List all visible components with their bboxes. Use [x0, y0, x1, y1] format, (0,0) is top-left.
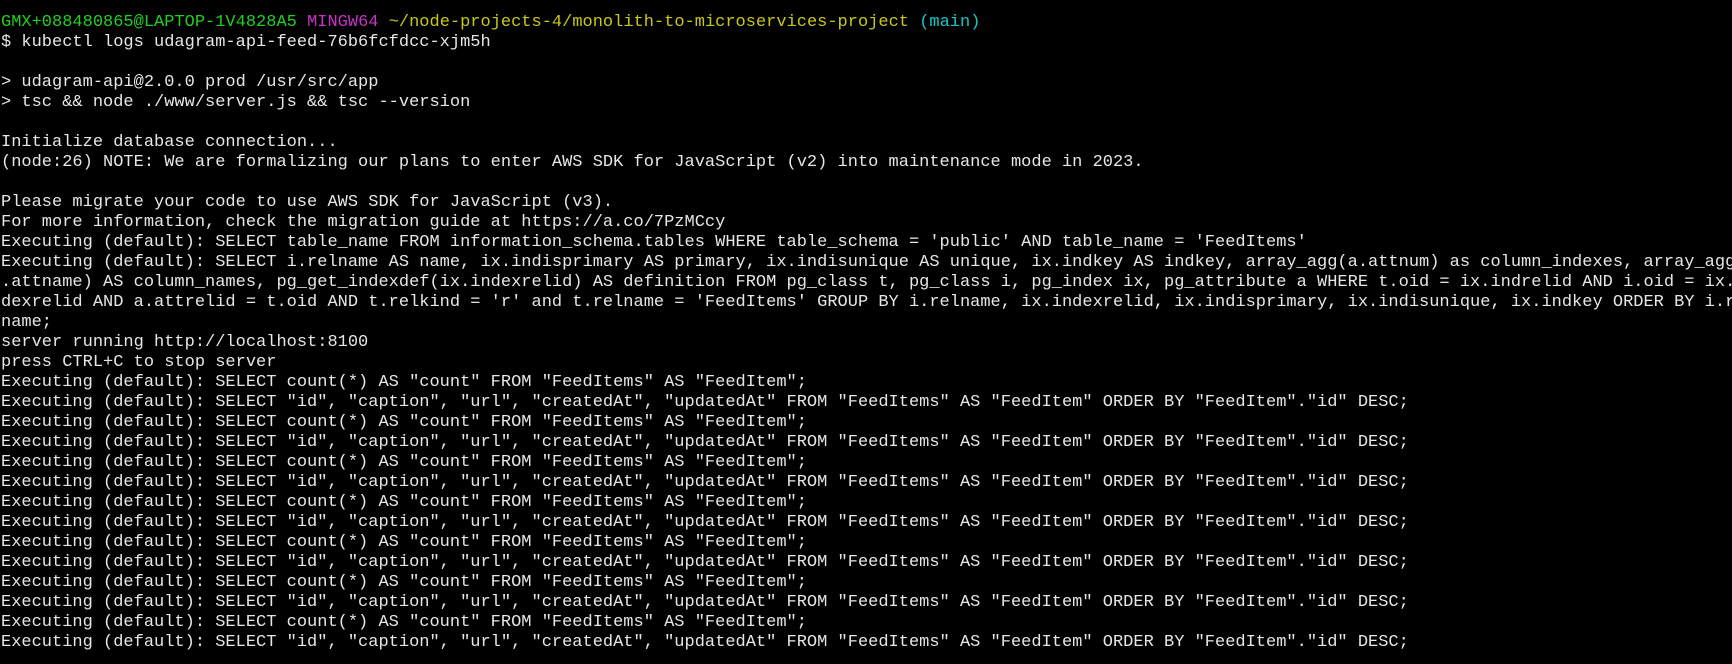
- output-line: Executing (default): SELECT count(*) AS …: [1, 613, 807, 632]
- output-line: Please migrate your code to use AWS SDK …: [1, 193, 614, 212]
- output-line: .attname) AS column_names, pg_get_indexd…: [1, 273, 1732, 292]
- output-line: Executing (default): SELECT count(*) AS …: [1, 493, 807, 512]
- prompt-path: ~/node-projects-4/monolith-to-microservi…: [388, 13, 909, 32]
- output-line: (node:26) NOTE: We are formalizing our p…: [1, 153, 1144, 172]
- output-line: server running http://localhost:8100: [1, 333, 369, 352]
- output-line: Executing (default): SELECT count(*) AS …: [1, 533, 807, 552]
- terminal-output: > udagram-api@2.0.0 prod /usr/src/app > t…: [1, 53, 1732, 653]
- output-line: Executing (default): SELECT "id", "capti…: [1, 433, 1409, 452]
- output-line: Executing (default): SELECT "id", "capti…: [1, 553, 1409, 572]
- output-line: > udagram-api@2.0.0 prod /usr/src/app: [1, 73, 379, 92]
- prompt-branch: (main): [919, 13, 981, 32]
- terminal-window[interactable]: GMX+088480865@LAPTOP-1V4828A5 MINGW64 ~/…: [0, 0, 1732, 664]
- prompt-line: GMX+088480865@LAPTOP-1V4828A5 MINGW64 ~/…: [1, 13, 1732, 33]
- output-line: Executing (default): SELECT i.relname AS…: [1, 253, 1732, 272]
- prompt-user-host: GMX+088480865@LAPTOP-1V4828A5: [1, 13, 297, 32]
- prompt-shell: MINGW64: [307, 13, 379, 32]
- output-line: Executing (default): SELECT "id", "capti…: [1, 513, 1409, 532]
- command-line: $ kubectl logs udagram-api-feed-76b6fcfd…: [1, 33, 491, 52]
- output-line: Executing (default): SELECT "id", "capti…: [1, 593, 1409, 612]
- output-line: For more information, check the migratio…: [1, 213, 726, 232]
- output-line: press CTRL+C to stop server: [1, 353, 277, 372]
- output-line: > tsc && node ./www/server.js && tsc --v…: [1, 93, 471, 112]
- output-line: Executing (default): SELECT "id", "capti…: [1, 633, 1409, 652]
- output-line: Executing (default): SELECT count(*) AS …: [1, 453, 807, 472]
- output-line: Executing (default): SELECT "id", "capti…: [1, 473, 1409, 492]
- output-line: Executing (default): SELECT table_name F…: [1, 233, 1307, 252]
- output-line: Executing (default): SELECT count(*) AS …: [1, 373, 807, 392]
- output-line: Executing (default): SELECT count(*) AS …: [1, 573, 807, 592]
- output-line: Executing (default): SELECT "id", "capti…: [1, 393, 1409, 412]
- output-line: Initialize database connection...: [1, 133, 338, 152]
- output-line: Executing (default): SELECT count(*) AS …: [1, 413, 807, 432]
- output-line: name;: [1, 313, 53, 332]
- output-line: dexrelid AND a.attrelid = t.oid AND t.re…: [1, 293, 1732, 312]
